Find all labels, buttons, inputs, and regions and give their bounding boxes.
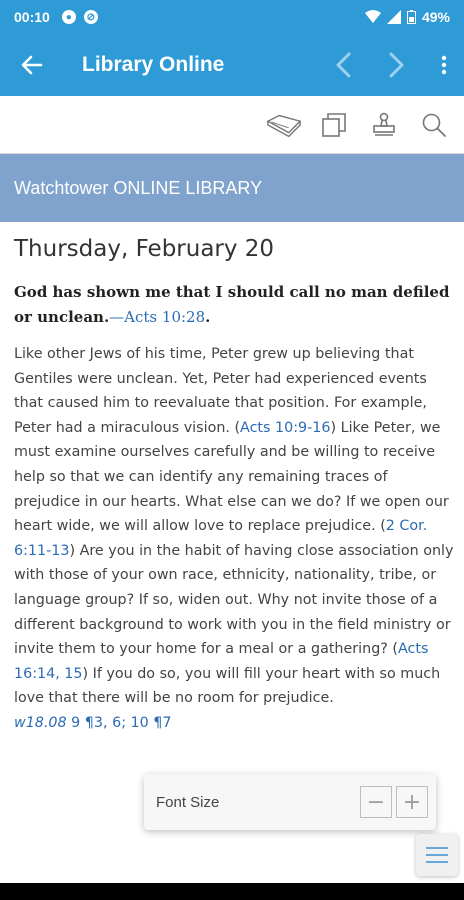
search-icon <box>422 113 446 137</box>
status-time: 00:10 <box>14 9 50 25</box>
status-right: 49% <box>364 9 450 25</box>
font-size-stepper: − + <box>360 786 428 818</box>
chevron-left-icon <box>336 52 351 78</box>
publication-link[interactable]: w18.08 <box>14 715 67 731</box>
more-vert-icon <box>441 55 447 75</box>
arrow-back-icon <box>21 55 43 75</box>
wifi-icon <box>364 10 381 23</box>
search-button[interactable] <box>416 107 452 143</box>
data-saver-icon: ⊘ <box>83 10 98 24</box>
chevron-right-icon <box>389 52 404 78</box>
scripture-link-acts-10[interactable]: Acts 10:9-16 <box>240 420 330 436</box>
stamp-button[interactable] <box>366 107 402 143</box>
font-size-increase-button[interactable]: + <box>396 786 428 818</box>
font-size-decrease-button[interactable]: − <box>360 786 392 818</box>
comment-paragraph: Like other Jews of his time, Peter grew … <box>14 342 454 736</box>
font-size-label: Font Size <box>156 793 220 811</box>
app-title: Library Online <box>82 53 225 76</box>
status-bar: 00:10 ● ⊘ 49% <box>0 0 464 34</box>
theme-text: God has shown me that I should call no m… <box>14 283 450 326</box>
notification-icon: ● <box>61 10 76 24</box>
system-navigation-bar <box>0 883 464 900</box>
battery-icon <box>406 10 416 24</box>
menu-icon <box>426 847 448 863</box>
more-options-button[interactable] <box>424 34 464 96</box>
font-size-popup: Font Size − + <box>144 774 436 830</box>
page-title: Thursday, February 20 <box>14 236 275 262</box>
article-content: Thursday, February 20 God has shown me t… <box>14 230 454 736</box>
open-book-button[interactable] <box>266 107 302 143</box>
open-book-icon <box>266 114 302 137</box>
signal-icon <box>386 10 401 24</box>
library-banner[interactable]: Watchtower ONLINE LIBRARY <box>0 154 464 222</box>
app-bar: Library Online <box>0 34 464 96</box>
copy-button[interactable] <box>316 107 352 143</box>
copy-icon <box>322 112 346 137</box>
paragraph-text-3: ) Are you in the habit of having close a… <box>14 542 454 658</box>
back-button[interactable] <box>0 34 64 96</box>
previous-button[interactable] <box>316 34 370 96</box>
stamp-icon <box>373 112 395 136</box>
theme-scripture-link[interactable]: —Acts 10:28 <box>109 308 205 326</box>
theme-end: . <box>205 308 211 326</box>
next-button[interactable] <box>370 34 424 96</box>
menu-button[interactable] <box>416 834 458 876</box>
theme-scripture: God has shown me that I should call no m… <box>14 280 454 330</box>
publication-pages-link[interactable]: 9 ¶3, 6; 10 ¶7 <box>67 715 171 731</box>
banner-text: Watchtower ONLINE LIBRARY <box>14 177 263 198</box>
content-toolbar <box>0 96 464 154</box>
battery-percent: 49% <box>421 9 450 25</box>
nav-arrows <box>316 34 464 96</box>
paragraph-text-2: ) Like Peter, we must examine ourselves … <box>14 419 449 535</box>
